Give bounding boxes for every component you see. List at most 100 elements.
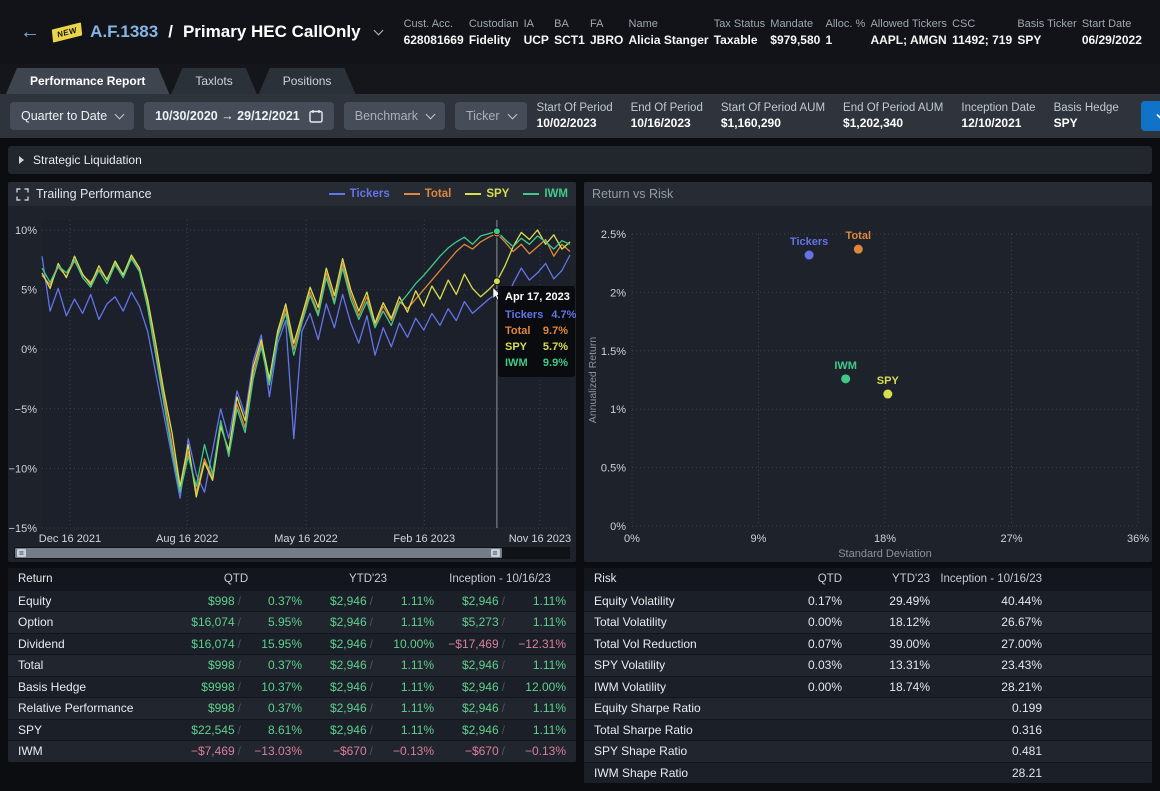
charts-row: Trailing Performance TickersTotalSPYIWM … xyxy=(8,182,1152,562)
header-field-basis-ticker: Basis TickerSPY xyxy=(1017,18,1076,47)
tooltip-row-iwm: IWM9.9% xyxy=(505,355,568,371)
risk-row-total-volatility: Total Volatility0.00%18.12%26.67% xyxy=(584,611,1152,633)
risk-row-iwm-shape-ratio: IWM Shape Ratio28.21 xyxy=(584,762,1152,784)
header-field-custodian: CustodianFidelity xyxy=(469,18,519,47)
new-badge: NEW xyxy=(52,22,83,42)
svg-text:Feb 16 2023: Feb 16 2023 xyxy=(393,533,455,545)
svg-text:Standard Deviation: Standard Deviation xyxy=(838,548,932,560)
download-icon xyxy=(1155,110,1160,123)
risk-row-iwm-volatility: IWM Volatility0.00%18.74%28.21% xyxy=(584,676,1152,698)
svg-text:9%: 9% xyxy=(751,533,767,545)
return-table-header: ReturnQTDYTD'23Inception - 10/16/23 xyxy=(8,568,576,590)
scrollbar-handle-right[interactable]: = xyxy=(491,549,500,557)
svg-text:May 16 2022: May 16 2022 xyxy=(274,533,338,545)
return-row-dividend: Dividend$16,074/15.95%$2,946/10.00%−$17,… xyxy=(8,633,576,655)
risk-row-spy-volatility: SPY Volatility0.03%13.31%23.43% xyxy=(584,654,1152,676)
line-chart[interactable]: 10%5%0%−5%−10%−15%Dec 16 2021Aug 16 2022… xyxy=(8,206,576,546)
legend-swatch xyxy=(329,193,345,195)
header-fields: Cust. Acc.628081669CustodianFidelityIAUC… xyxy=(404,18,1146,47)
chart-tooltip: Apr 17, 2023 Tickers4.7%Total9.7%SPY5.7%… xyxy=(498,286,575,377)
scatter-chart[interactable]: 0%0.5%1%1.5%2%2.5%0%9%18%27%36%Standard … xyxy=(584,206,1152,562)
back-button[interactable]: ← xyxy=(16,20,44,44)
chevron-down-icon[interactable] xyxy=(373,25,383,35)
ticker-select[interactable]: Ticker xyxy=(455,102,527,130)
svg-text:0%: 0% xyxy=(21,344,37,356)
filter-bar: Quarter to Date 10/30/2020 → 29/12/2021 … xyxy=(0,94,1160,138)
legend-swatch xyxy=(404,193,420,195)
svg-text:2%: 2% xyxy=(610,287,626,299)
trailing-performance-header: Trailing Performance Tickers Total SPY IWM xyxy=(8,182,576,206)
filter-stat-start-of-period: Start Of Period10/02/2023 xyxy=(537,102,613,130)
benchmark-select[interactable]: Benchmark xyxy=(344,102,445,130)
risk-table: RiskQTDYTD'23Inception - 10/16/23Equity … xyxy=(584,568,1152,783)
date-range-value: 10/30/2020 → 29/12/2021 xyxy=(155,109,300,123)
period-select[interactable]: Quarter to Date xyxy=(10,102,134,130)
risk-row-total-sharpe-ratio: Total Sharpe Ratio0.316 xyxy=(584,719,1152,741)
legend-item-spy[interactable]: SPY xyxy=(465,188,509,200)
filter-stats: Start Of Period10/02/2023 End Of Period10… xyxy=(537,102,1119,130)
benchmark-select-placeholder: Benchmark xyxy=(355,109,418,123)
tooltip-rows: Tickers4.7%Total9.7%SPY5.7%IWM9.9% xyxy=(505,307,568,371)
panel-trailing-performance: Trailing Performance TickersTotalSPYIWM … xyxy=(8,182,576,562)
header-field-alloc-: Alloc. %1 xyxy=(826,18,866,47)
return-row-equity: Equity$998/0.37%$2,946/1.11%$2,946/1.11% xyxy=(8,590,576,612)
collapse-arrow-icon xyxy=(19,156,24,164)
chevron-down-icon xyxy=(426,109,436,119)
expand-icon[interactable] xyxy=(16,188,29,201)
return-row-iwm: IWM−$7,469/−13.03%−$670/−0.13%−$670/−0.1… xyxy=(8,740,576,762)
svg-text:Dec 16 2021: Dec 16 2021 xyxy=(39,533,101,545)
panel-return-vs-risk: Return vs Risk 0%0.5%1%1.5%2%2.5%0%9%18%… xyxy=(584,182,1152,562)
calendar-icon xyxy=(309,109,323,123)
section-toggle-strategic-liquidation[interactable]: Strategic Liquidation xyxy=(8,146,1152,174)
svg-text:Nov 16 2023: Nov 16 2023 xyxy=(509,533,571,545)
risk-table-header: RiskQTDYTD'23Inception - 10/16/23 xyxy=(584,568,1152,590)
section-toggle-label: Strategic Liquidation xyxy=(33,153,142,167)
tooltip-row-tickers: Tickers4.7% xyxy=(505,307,568,323)
filter-stat-basis-hedge: Basis HedgeSPY xyxy=(1054,102,1119,130)
filter-stat-end-of-period: End Of Period10/16/2023 xyxy=(631,102,703,130)
tables-row: ReturnQTDYTD'23Inception - 10/16/23Equit… xyxy=(8,568,1152,783)
svg-text:36%: 36% xyxy=(1127,533,1149,545)
header-field-allowed-tickers: Allowed TickersAAPL; AMGN xyxy=(870,18,946,47)
header-field-tax-status: Tax StatusTaxable xyxy=(714,18,765,47)
header-field-name: NameAlicia Stanger xyxy=(629,18,709,47)
account-title: Primary HEC CallOnly xyxy=(183,22,361,42)
chevron-down-icon xyxy=(115,109,125,119)
risk-row-total-vol-reduction: Total Vol Reduction0.07%39.00%27.00% xyxy=(584,633,1152,655)
panel-title: Return vs Risk xyxy=(592,187,673,201)
legend-item-iwm[interactable]: IWM xyxy=(523,188,568,200)
chart-legend: Tickers Total SPY IWM xyxy=(329,188,568,200)
tab-performance-report[interactable]: Performance Report xyxy=(6,68,169,94)
tab-positions[interactable]: Positions xyxy=(259,68,356,94)
legend-item-tickers[interactable]: Tickers xyxy=(329,188,390,200)
svg-text:0%: 0% xyxy=(624,533,640,545)
svg-text:Tickers: Tickers xyxy=(790,236,828,248)
filter-stat-end-of-period-aum: End Of Period AUM$1,202,340 xyxy=(843,102,943,130)
date-range-input[interactable]: 10/30/2020 → 29/12/2021 xyxy=(144,102,334,130)
svg-text:−10%: −10% xyxy=(9,463,38,475)
chart-scrollbar[interactable]: = = xyxy=(14,547,570,559)
header-field-cust-acc-: Cust. Acc.628081669 xyxy=(404,18,464,47)
tooltip-date: Apr 17, 2023 xyxy=(505,291,568,303)
return-vs-risk-header: Return vs Risk xyxy=(584,182,1152,206)
legend-item-total[interactable]: Total xyxy=(404,188,452,200)
tab-bar: Performance ReportTaxlotsPositions xyxy=(0,64,1160,94)
return-row-spy: SPY$22,545/8.61%$2,946/1.11%$2,946/1.11% xyxy=(8,719,576,741)
return-row-total: Total$998/0.37%$2,946/1.11%$2,946/1.11% xyxy=(8,654,576,676)
svg-text:−15%: −15% xyxy=(9,523,38,535)
pdf-button[interactable]: PDF xyxy=(1141,101,1160,131)
svg-text:18%: 18% xyxy=(874,533,896,545)
tab-taxlots[interactable]: Taxlots xyxy=(171,68,256,94)
scrollbar-handle-left[interactable]: = xyxy=(17,549,26,557)
scrollbar-thumb[interactable]: = = xyxy=(15,548,502,558)
return-table: ReturnQTDYTD'23Inception - 10/16/23Equit… xyxy=(8,568,576,762)
return-row-relative-performance: Relative Performance$998/0.37%$2,946/1.1… xyxy=(8,697,576,719)
return-row-basis-hedge: Basis Hedge$9998/10.37%$2,946/1.11%$2,94… xyxy=(8,676,576,698)
header-field-fa: FAJBRO xyxy=(590,18,623,47)
panel-title: Trailing Performance xyxy=(36,187,152,201)
header-field-ia: IAUCP xyxy=(524,18,549,47)
risk-row-equity-volatility: Equity Volatility0.17%29.49%40.44% xyxy=(584,590,1152,612)
ticker-select-placeholder: Ticker xyxy=(466,109,500,123)
return-row-option: Option$16,074/5.95%$2,946/1.11%$5,273/1.… xyxy=(8,611,576,633)
legend-swatch xyxy=(523,193,539,195)
